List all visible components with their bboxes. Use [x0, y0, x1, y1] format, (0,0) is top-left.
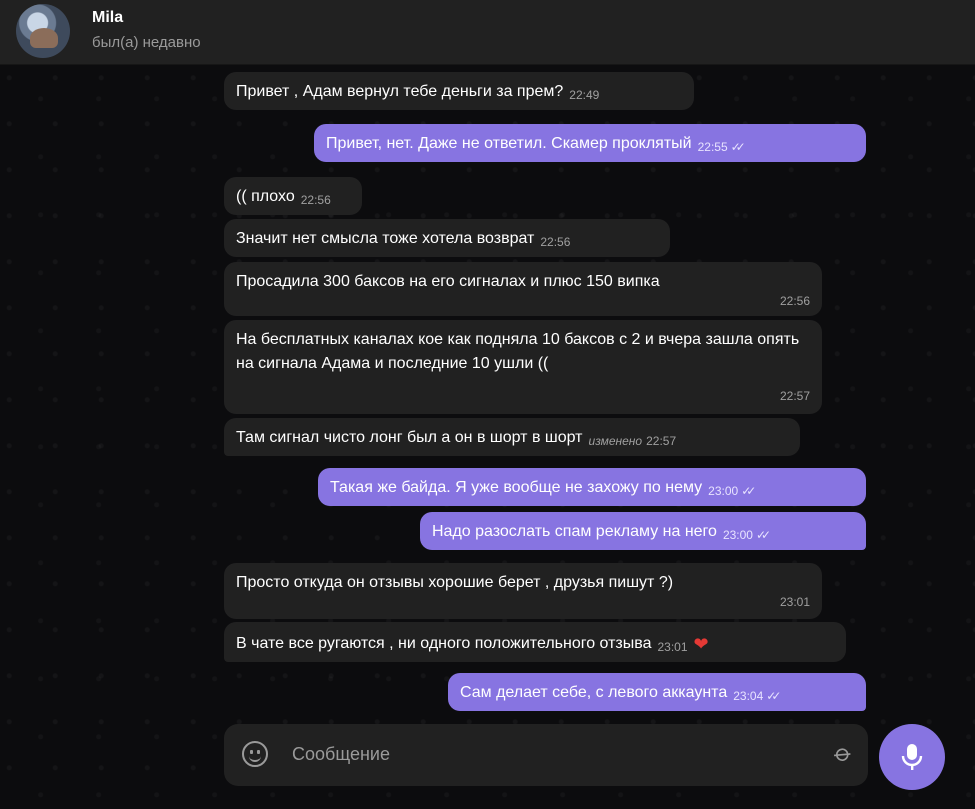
message-text: Там сигнал чисто лонг был а он в шорт в … — [236, 429, 583, 446]
avatar[interactable] — [16, 4, 70, 58]
message-time: 22:55 — [697, 140, 728, 154]
message-text: Просто откуда он отзывы хорошие берет , … — [236, 574, 674, 591]
double-check-icon: ✓✓ — [741, 484, 756, 498]
message-time: 23:01 — [779, 595, 810, 609]
microphone-button[interactable] — [879, 724, 945, 790]
message-text: Значит нет смысла тоже хотела возврат — [236, 230, 535, 247]
message-incoming[interactable]: Значит нет смысла тоже хотела возврат 22:… — [224, 219, 670, 257]
message-time: 23:00 — [708, 484, 739, 498]
message-composer[interactable]: Сообщение ⌀ — [224, 724, 868, 786]
message-text: Сам делает себе, с левого аккаунта — [460, 684, 728, 701]
message-time: 22:56 — [540, 235, 571, 249]
message-incoming[interactable]: (( плохо 22:56 — [224, 177, 362, 215]
double-check-icon: ✓✓ — [766, 689, 781, 703]
message-time: 22:56 — [779, 294, 810, 308]
message-incoming[interactable]: Там сигнал чисто лонг был а он в шорт в … — [224, 418, 800, 456]
message-time: 22:49 — [569, 88, 600, 102]
message-text: Такая же байда. Я уже вообще не захожу п… — [330, 479, 703, 496]
message-time: 23:04 — [733, 689, 764, 703]
chat-header[interactable]: Mila был(а) недавно — [0, 0, 975, 65]
message-time: 22:56 — [300, 193, 331, 207]
paperclip-icon[interactable]: ⌀ — [828, 738, 858, 770]
message-outgoing[interactable]: Такая же байда. Я уже вообще не захожу п… — [318, 468, 866, 506]
double-check-icon: ✓✓ — [730, 140, 746, 154]
message-text: В чате все ругаются , ни одного положите… — [236, 635, 652, 652]
message-time: 23:00 — [722, 528, 753, 542]
message-text: Просадила 300 баксов на его сигналах и п… — [236, 273, 660, 290]
message-incoming[interactable]: На бесплатных каналах кое как подняла 10… — [224, 320, 822, 414]
message-time: 22:57 — [779, 389, 810, 403]
message-text: Привет , Адам вернул тебе деньги за прем… — [236, 83, 564, 100]
message-incoming[interactable]: Просто откуда он отзывы хорошие берет , … — [224, 563, 822, 619]
message-text: Привет, нет. Даже не ответил. Скамер про… — [326, 135, 692, 152]
emoji-icon[interactable] — [242, 741, 268, 767]
message-time: 23:01 — [657, 640, 688, 654]
message-text: (( плохо — [236, 188, 295, 205]
message-time: 22:57 — [646, 434, 677, 448]
message-input[interactable]: Сообщение — [292, 744, 390, 765]
message-text: На бесплатных каналах кое как подняла 10… — [236, 331, 800, 372]
message-incoming[interactable]: В чате все ругаются , ни одного положите… — [224, 622, 846, 662]
heart-reaction-icon[interactable]: ❤ — [694, 634, 709, 654]
message-incoming[interactable]: Просадила 300 баксов на его сигналах и п… — [224, 262, 822, 316]
message-incoming[interactable]: Привет , Адам вернул тебе деньги за прем… — [224, 72, 694, 110]
message-text: Надо разослать спам рекламу на него — [432, 523, 717, 540]
microphone-icon — [901, 744, 923, 770]
message-outgoing[interactable]: Надо разослать спам рекламу на него 23:00… — [420, 512, 866, 550]
double-check-icon: ✓✓ — [755, 528, 771, 542]
contact-status: был(а) недавно — [92, 34, 201, 51]
contact-name[interactable]: Mila — [92, 9, 123, 27]
message-outgoing[interactable]: Сам делает себе, с левого аккаунта 23:04 ✓… — [448, 673, 866, 711]
edited-label: изменено — [588, 434, 643, 448]
message-outgoing[interactable]: Привет, нет. Даже не ответил. Скамер про… — [314, 124, 866, 162]
